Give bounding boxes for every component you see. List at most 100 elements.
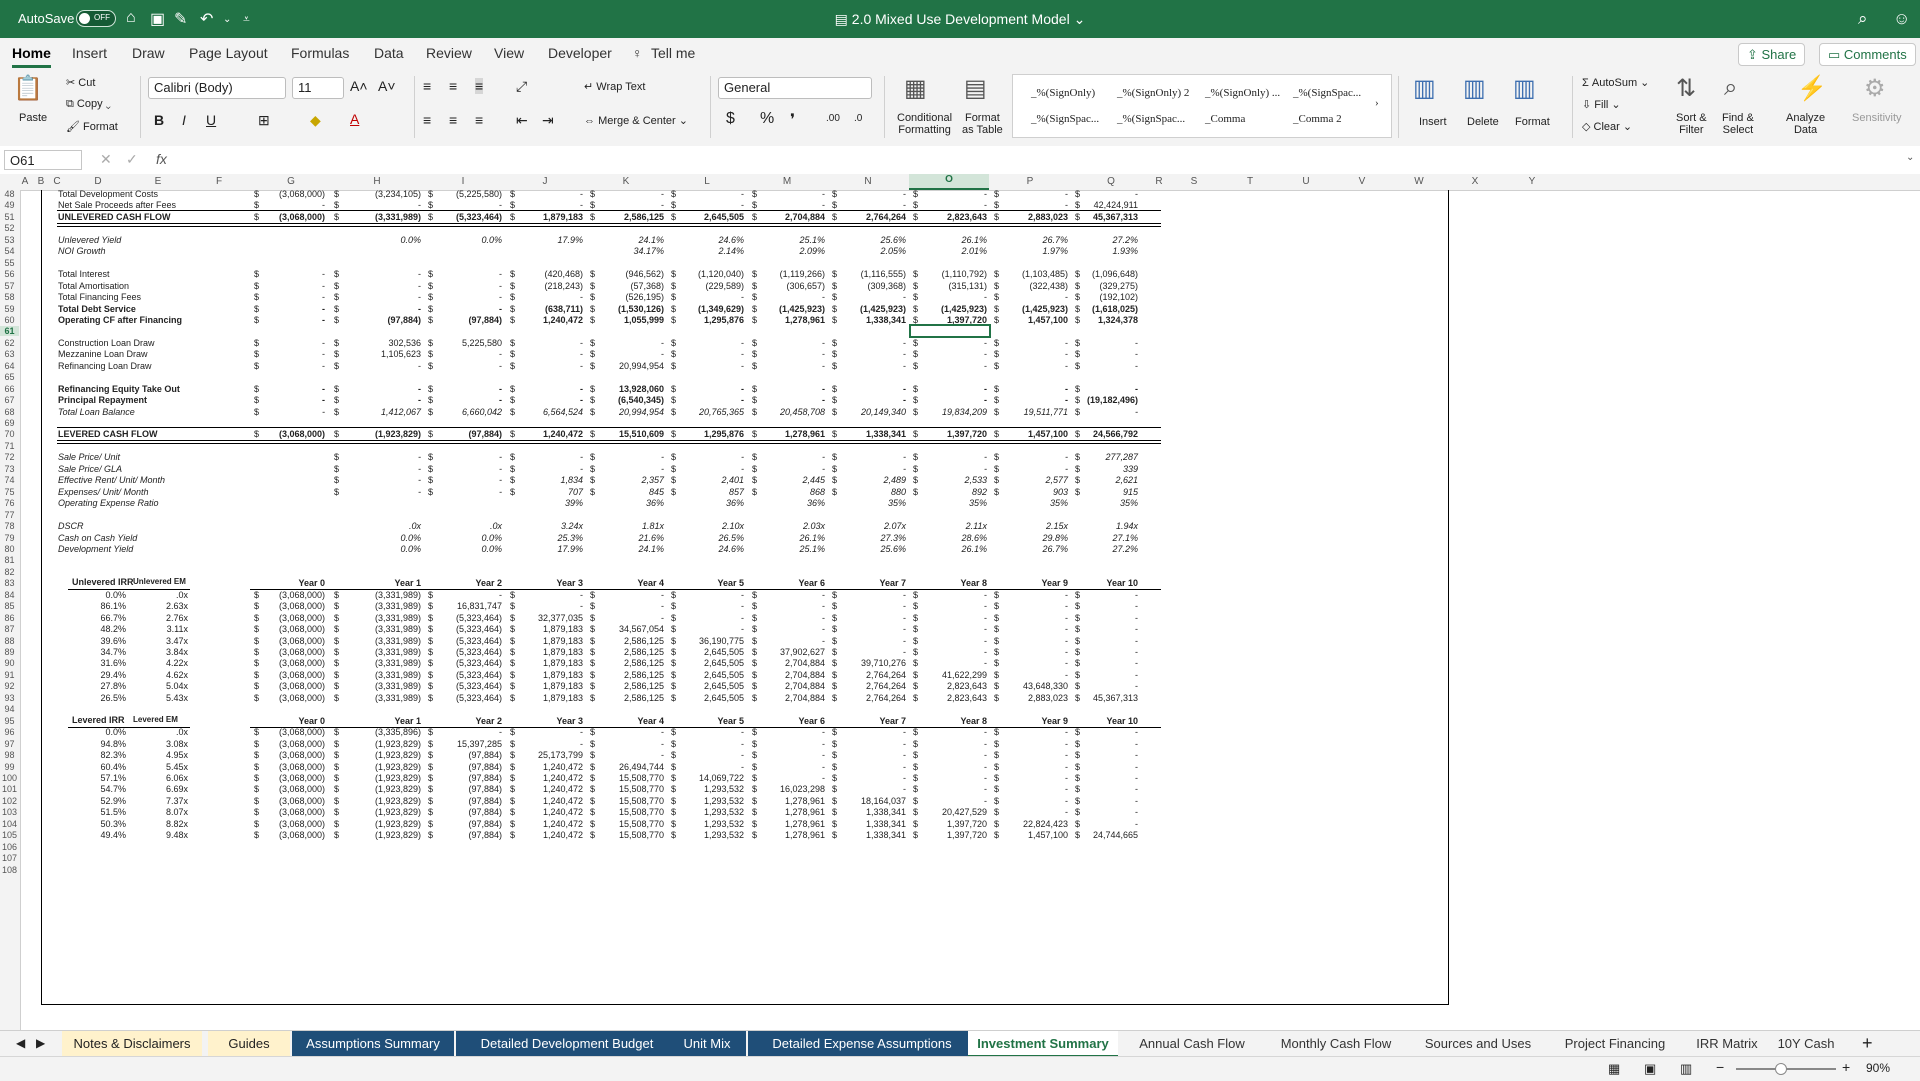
column-header-k[interactable]: K xyxy=(616,176,636,187)
cell-value[interactable]: 1,278,961 xyxy=(785,314,825,327)
row-header-90[interactable]: 90 xyxy=(0,658,19,668)
matrix-cell[interactable]: 45,367,313 xyxy=(1093,692,1138,705)
em-value[interactable]: 9.48x xyxy=(166,829,188,842)
row-header-48[interactable]: 48 xyxy=(0,189,19,199)
row-header-77[interactable]: 77 xyxy=(0,510,19,520)
analyze-data-button[interactable]: Analyze Data xyxy=(1786,112,1825,136)
row-header-60[interactable]: 60 xyxy=(0,315,19,325)
cut-button[interactable]: ✂ Cut xyxy=(66,76,95,89)
cell-value[interactable]: 35% xyxy=(888,497,906,510)
row-header-89[interactable]: 89 xyxy=(0,647,19,657)
cell-value[interactable]: 1,324,378 xyxy=(1098,314,1138,327)
cell-value[interactable]: 20,994,954 xyxy=(619,406,664,419)
row-header-96[interactable]: 96 xyxy=(0,727,19,737)
row-header-99[interactable]: 99 xyxy=(0,762,19,772)
row-header-70[interactable]: 70 xyxy=(0,429,19,439)
cell-value[interactable]: - xyxy=(418,486,421,499)
matrix-cell[interactable]: (1,923,829) xyxy=(375,829,421,842)
column-header-y[interactable]: Y xyxy=(1522,176,1542,187)
style-item[interactable]: _%(SignSpac... xyxy=(1293,87,1361,99)
column-header-i[interactable]: I xyxy=(453,176,473,187)
style-item[interactable]: _%(SignOnly) ... xyxy=(1205,87,1280,99)
sheet-tab[interactable]: Guides xyxy=(208,1031,290,1057)
cell-value[interactable]: 19,511,771 xyxy=(1024,406,1068,419)
number-format-select[interactable]: General xyxy=(718,77,872,99)
row-header-59[interactable]: 59 xyxy=(0,304,19,314)
sheet-tab[interactable]: Sources and Uses xyxy=(1408,1031,1548,1057)
borders-icon[interactable]: ⊞ xyxy=(258,112,270,129)
normal-view-icon[interactable]: ▦ xyxy=(1608,1061,1620,1077)
comments-button[interactable]: ▭ Comments xyxy=(1819,43,1916,66)
selected-cell-o61[interactable] xyxy=(909,324,991,339)
merge-center-button[interactable]: ⇔ Merge & Center ⌄ xyxy=(584,114,688,127)
matrix-cell[interactable]: 1,457,100 xyxy=(1028,829,1068,842)
tab-developer[interactable]: Developer xyxy=(548,45,612,61)
row-header-66[interactable]: 66 xyxy=(0,384,19,394)
cell-value[interactable]: 5,225,580 xyxy=(462,337,502,350)
matrix-cell[interactable]: 15,508,770 xyxy=(619,829,664,842)
sheet-tab[interactable]: 10Y Cash xyxy=(1776,1031,1836,1057)
row-header-55[interactable]: 55 xyxy=(0,258,19,268)
row-header-61[interactable]: 61 xyxy=(0,326,19,337)
cell-value[interactable]: 26.1% xyxy=(961,543,987,556)
sensitivity-icon[interactable]: ⚙ xyxy=(1864,74,1886,103)
sheet-tab[interactable]: Unit Mix xyxy=(668,1031,746,1057)
row-header-101[interactable]: 101 xyxy=(0,784,19,794)
sheet-tab[interactable]: Monthly Cash Flow xyxy=(1266,1031,1406,1057)
tab-draw[interactable]: Draw xyxy=(132,45,165,61)
row-header-86[interactable]: 86 xyxy=(0,613,19,623)
row-header-78[interactable]: 78 xyxy=(0,521,19,531)
outdent-icon[interactable]: ⇤ xyxy=(516,112,528,129)
row-header-65[interactable]: 65 xyxy=(0,372,19,382)
row-header-62[interactable]: 62 xyxy=(0,338,19,348)
paste-icon[interactable]: 📋 xyxy=(13,74,43,103)
cell-value[interactable]: 1,105,623 xyxy=(381,348,421,361)
cell-value[interactable]: (306,657) xyxy=(786,280,825,293)
bold-button[interactable]: B xyxy=(154,112,164,128)
cell-value[interactable]: 26.7% xyxy=(1042,543,1068,556)
column-header-v[interactable]: V xyxy=(1352,176,1372,187)
row-header-84[interactable]: 84 xyxy=(0,590,19,600)
cell-value[interactable]: (97,884) xyxy=(468,314,502,327)
column-header-r[interactable]: R xyxy=(1149,176,1169,187)
row-header-93[interactable]: 93 xyxy=(0,693,19,703)
cell-value[interactable]: - xyxy=(1135,406,1138,419)
cell-value[interactable]: 2.09% xyxy=(799,245,825,258)
cell-value[interactable]: 36% xyxy=(807,497,825,510)
sort-filter-icon[interactable]: ⇅ xyxy=(1676,74,1696,103)
delete-cells-icon[interactable]: ▥ xyxy=(1463,74,1486,103)
matrix-cell[interactable]: (5,323,464) xyxy=(456,692,502,705)
row-header-108[interactable]: 108 xyxy=(0,865,19,875)
insert-button[interactable]: Insert xyxy=(1419,116,1447,128)
page-layout-view-icon[interactable]: ▣ xyxy=(1644,1061,1656,1077)
row-header-105[interactable]: 105 xyxy=(0,830,19,840)
matrix-cell[interactable]: 1,397,720 xyxy=(947,829,987,842)
column-header-x[interactable]: X xyxy=(1465,176,1485,187)
font-color-icon[interactable]: A xyxy=(350,111,359,127)
underline-button[interactable]: U xyxy=(206,112,216,128)
cell-value[interactable]: (3,068,000) xyxy=(279,190,325,201)
fill-button[interactable]: ⇩ Fill ⌄ xyxy=(1582,98,1621,111)
decrease-font-icon[interactable]: A˅ xyxy=(378,78,396,94)
matrix-cell[interactable]: (3,331,989) xyxy=(375,692,421,705)
account-icon[interactable]: ☺ xyxy=(1893,9,1910,29)
cell-value[interactable]: 0.0% xyxy=(400,543,421,556)
matrix-cell[interactable]: (97,884) xyxy=(468,829,502,842)
row-header-79[interactable]: 79 xyxy=(0,533,19,543)
matrix-cell[interactable]: 2,586,125 xyxy=(624,692,664,705)
cell-value[interactable]: - xyxy=(322,406,325,419)
row-header-75[interactable]: 75 xyxy=(0,487,19,497)
column-header-n[interactable]: N xyxy=(858,176,878,187)
search-icon[interactable]: ⌕ xyxy=(1858,9,1868,29)
tab-review[interactable]: Review xyxy=(426,45,472,61)
row-header-80[interactable]: 80 xyxy=(0,544,19,554)
cell-value[interactable]: 35% xyxy=(1050,497,1068,510)
conditional-formatting-icon[interactable]: ▦ xyxy=(904,74,927,103)
zoom-slider-thumb[interactable] xyxy=(1775,1063,1787,1075)
delete-button[interactable]: Delete xyxy=(1467,116,1499,128)
sheet-tab[interactable]: Detailed Expense Assumptions xyxy=(748,1031,976,1057)
column-header-c[interactable]: C xyxy=(47,176,67,187)
matrix-cell[interactable]: 2,764,264 xyxy=(866,692,906,705)
cell-value[interactable]: - xyxy=(499,486,502,499)
row-header-102[interactable]: 102 xyxy=(0,796,19,806)
